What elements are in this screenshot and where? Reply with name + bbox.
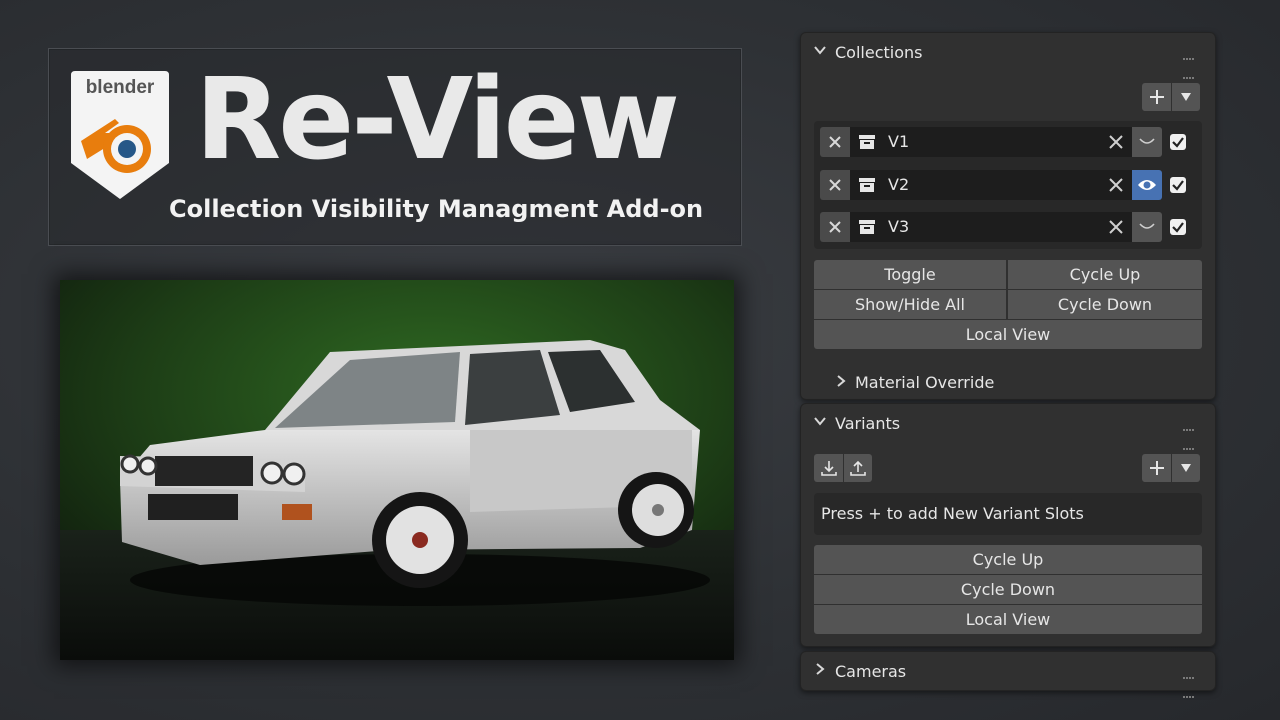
addon-title: Re-View (195, 55, 680, 185)
cameras-panel-title: Cameras (835, 662, 907, 681)
drag-grip-icon[interactable] (1183, 666, 1199, 698)
variant-local-view-button[interactable]: Local View (814, 605, 1202, 634)
eye-closed-icon (1139, 138, 1155, 144)
triangle-down-icon (1181, 93, 1191, 101)
visibility-toggle[interactable] (1132, 170, 1162, 200)
collection-name-field[interactable]: V2 (850, 170, 1132, 200)
local-view-button[interactable]: Local View (814, 320, 1202, 349)
material-override-label: Material Override (855, 373, 995, 392)
collection-name-field[interactable]: V1 (850, 127, 1132, 157)
variant-hint-text: Press + to add New Variant Slots (821, 504, 1084, 523)
svg-text:blender: blender (86, 77, 155, 98)
triangle-down-icon (1181, 464, 1191, 472)
include-checkbox[interactable] (1170, 134, 1186, 150)
collection-box-icon (859, 178, 875, 192)
material-override-subpanel[interactable]: Material Override (835, 371, 1135, 393)
close-icon (829, 221, 841, 233)
checkmark-icon (1172, 180, 1184, 191)
addon-subtitle: Collection Visibility Managment Add-on (169, 195, 704, 223)
list-item[interactable]: V2 (820, 170, 1194, 200)
remove-collection-button[interactable] (820, 127, 850, 157)
show-hide-all-button[interactable]: Show/Hide All (814, 290, 1006, 319)
title-banner: blender Re-View Collection Visibility Ma… (48, 48, 742, 246)
collections-panel-title: Collections (835, 43, 923, 62)
drag-grip-icon[interactable] (1183, 47, 1199, 79)
chevron-down-icon (814, 417, 826, 426)
variant-cycle-down-button[interactable]: Cycle Down (814, 575, 1202, 604)
cameras-panel-header[interactable]: Cameras (801, 652, 1215, 698)
visibility-toggle[interactable] (1132, 127, 1162, 157)
variants-panel: Variants Press + to add New Variant Slot… (800, 403, 1216, 647)
variant-actions: Cycle Up Cycle Down Local View (814, 545, 1202, 635)
variant-cycle-up-button[interactable]: Cycle Up (814, 545, 1202, 574)
collection-name: V1 (888, 132, 910, 151)
list-item[interactable]: V3 (820, 212, 1194, 242)
include-checkbox[interactable] (1170, 219, 1186, 235)
collection-actions: Toggle Cycle Up Show/Hide All Cycle Down… (814, 260, 1202, 350)
close-icon (829, 136, 841, 148)
plus-icon (1149, 461, 1164, 475)
import-variants-button[interactable] (814, 454, 843, 482)
chevron-right-icon (816, 663, 825, 675)
include-checkbox[interactable] (1170, 177, 1186, 193)
collection-specials-dropdown[interactable] (1172, 83, 1200, 111)
remove-collection-button[interactable] (820, 170, 850, 200)
collection-box-icon (859, 135, 875, 149)
checkmark-icon (1172, 222, 1184, 233)
collections-panel-header[interactable]: Collections (801, 33, 1215, 79)
variant-slots-hint: Press + to add New Variant Slots (814, 493, 1202, 535)
close-icon (829, 179, 841, 191)
plus-icon (1149, 90, 1164, 104)
collection-name: V3 (888, 217, 910, 236)
download-icon (820, 461, 837, 476)
export-variants-button[interactable] (844, 454, 872, 482)
remove-collection-button[interactable] (820, 212, 850, 242)
toggle-button[interactable]: Toggle (814, 260, 1006, 289)
collection-box-icon (859, 220, 875, 234)
cameras-panel: Cameras (800, 651, 1216, 698)
list-item[interactable]: V1 (820, 127, 1194, 157)
visibility-toggle[interactable] (1132, 212, 1162, 242)
add-variant-button[interactable] (1142, 454, 1171, 482)
clear-icon[interactable] (1108, 177, 1124, 193)
drag-grip-icon[interactable] (1183, 418, 1199, 450)
blender-logo: blender (69, 69, 171, 201)
eye-closed-icon (1139, 223, 1155, 229)
eye-open-icon (1138, 180, 1156, 190)
collection-name-field[interactable]: V3 (850, 212, 1132, 242)
collection-name: V2 (888, 175, 910, 194)
checkmark-icon (1172, 137, 1184, 148)
collection-list: V1 V2 V3 (814, 121, 1202, 249)
clear-icon[interactable] (1108, 134, 1124, 150)
variants-panel-title: Variants (835, 414, 901, 433)
chevron-down-icon (814, 46, 826, 55)
clear-icon[interactable] (1108, 219, 1124, 235)
upload-icon (850, 460, 866, 476)
variants-panel-header[interactable]: Variants (801, 404, 1215, 450)
cycle-up-button[interactable]: Cycle Up (1008, 260, 1202, 289)
add-collection-button[interactable] (1142, 83, 1171, 111)
variant-specials-dropdown[interactable] (1172, 454, 1200, 482)
car-render-image (60, 280, 734, 660)
collections-panel: Collections V1 V2 V3 Toggle Cycle Up Sho… (800, 32, 1216, 400)
cycle-down-button[interactable]: Cycle Down (1008, 290, 1202, 319)
chevron-right-icon (837, 375, 846, 387)
